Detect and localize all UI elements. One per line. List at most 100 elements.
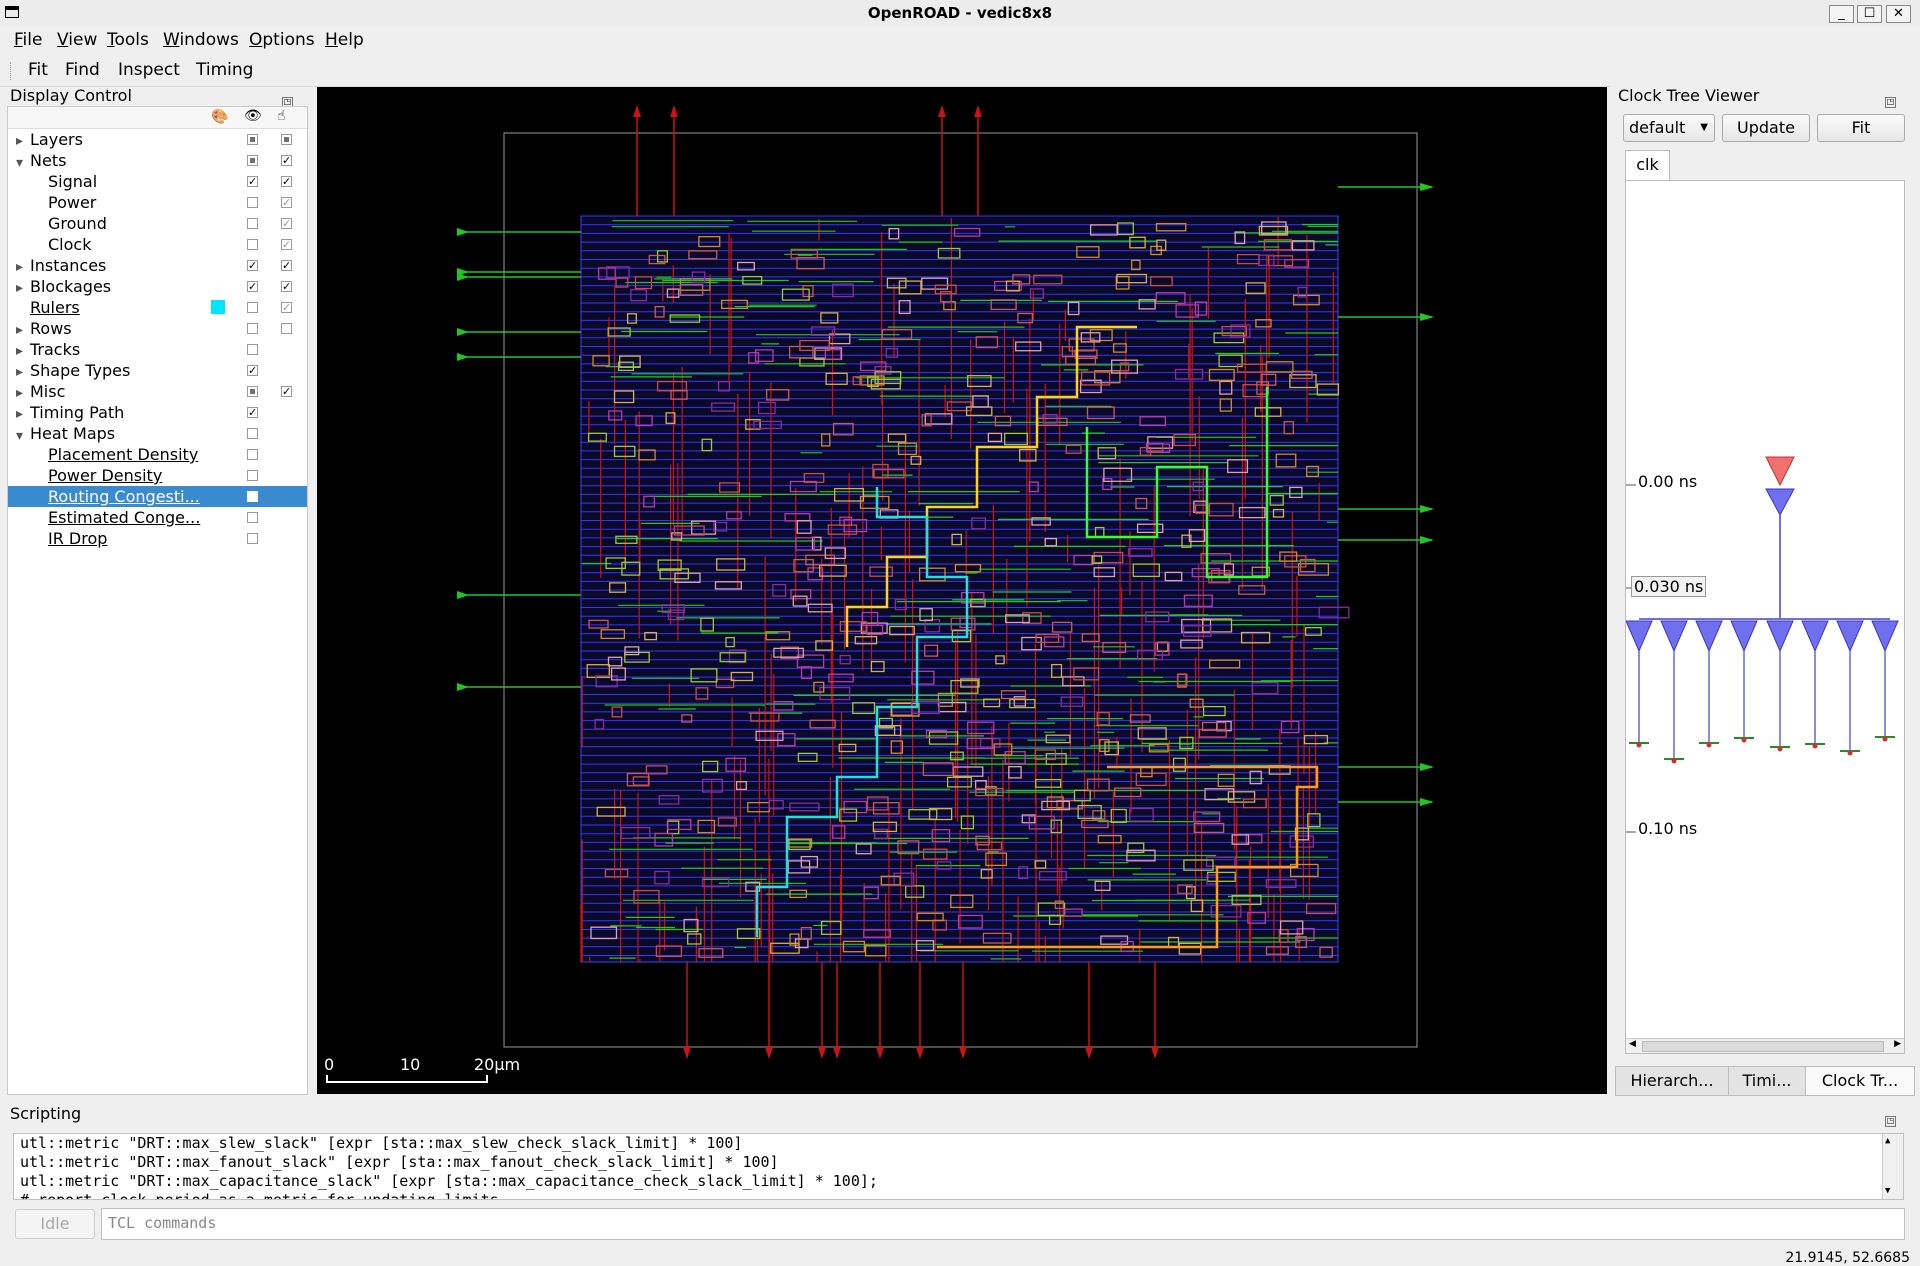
maximize-button[interactable]: ☐ (1857, 5, 1882, 23)
menu-view[interactable]: View (57, 30, 97, 50)
visible-checkbox[interactable]: ✓ (247, 281, 258, 292)
menu-windows[interactable]: Windows (163, 30, 239, 50)
scroll-down-icon[interactable]: ▼ (1885, 1186, 1890, 1196)
visible-checkbox[interactable] (247, 323, 258, 334)
visible-checkbox[interactable]: ✓ (247, 176, 258, 187)
menu-options[interactable]: Options (249, 30, 315, 50)
visible-checkbox[interactable] (247, 386, 258, 397)
visible-checkbox[interactable] (247, 428, 258, 439)
tree-row-shape-types[interactable]: ▸ Shape Types ✓ (8, 360, 307, 381)
float-dock-icon[interactable]: ◳ (1885, 97, 1896, 108)
visible-checkbox[interactable] (247, 470, 258, 481)
layout-viewer[interactable]: 0 10 20µm (317, 87, 1607, 1094)
expand-arrow-icon[interactable]: ▸ (16, 280, 23, 296)
idle-button[interactable]: Idle (15, 1209, 95, 1239)
expand-arrow-icon[interactable]: ▸ (16, 343, 23, 359)
visible-checkbox[interactable] (247, 155, 258, 166)
expand-arrow-icon[interactable]: ▸ (16, 406, 23, 422)
visible-checkbox[interactable]: ✓ (247, 407, 258, 418)
inspect-button[interactable]: Inspect (118, 60, 180, 80)
selectable-checkbox[interactable]: ✓ (281, 239, 292, 250)
io-pin-bottom-6 (959, 1047, 967, 1059)
float-dock-icon[interactable]: ◳ (1885, 1116, 1896, 1127)
fit-button[interactable]: Fit (28, 60, 48, 80)
update-button[interactable]: Update (1722, 114, 1810, 142)
expand-arrow-icon[interactable]: ▸ (16, 364, 23, 380)
menu-help[interactable]: Help (325, 30, 364, 50)
scroll-up-icon[interactable]: ▲ (1885, 1136, 1890, 1146)
find-button[interactable]: Find (65, 60, 100, 80)
visible-checkbox[interactable] (247, 491, 258, 502)
scrollbar-thumb[interactable] (1642, 1041, 1884, 1052)
horizontal-scrollbar[interactable]: ◀ ▶ (1626, 1038, 1904, 1053)
minimize-button[interactable]: _ (1829, 5, 1854, 23)
menu-tools[interactable]: Tools (107, 30, 149, 50)
scroll-left-icon[interactable]: ◀ (1629, 1039, 1636, 1049)
collapse-arrow-icon[interactable]: ▾ (16, 155, 23, 171)
collapse-arrow-icon[interactable]: ▾ (16, 428, 23, 444)
expand-arrow-icon[interactable]: ▸ (16, 385, 23, 401)
tab-timing[interactable]: Timi... (1728, 1066, 1806, 1096)
fit-tree-button[interactable]: Fit (1817, 114, 1905, 142)
tree-row-blockages[interactable]: ▸ Blockages ✓ ✓ (8, 276, 307, 297)
visible-checkbox[interactable]: ✓ (247, 365, 258, 376)
tree-row-nets[interactable]: ▾ Nets ✓ (8, 150, 307, 171)
toolbar-grip-handle[interactable] (10, 62, 14, 80)
tree-row-rows[interactable]: ▸ Rows (8, 318, 307, 339)
expand-arrow-icon[interactable]: ▸ (16, 133, 23, 149)
display-control-title: Display Control (10, 86, 132, 105)
tab-clock-tree[interactable]: Clock Tr... (1805, 1066, 1915, 1096)
visible-checkbox[interactable] (247, 134, 258, 145)
tree-row-heat-maps[interactable]: ▾ Heat Maps (8, 423, 307, 444)
menu-file[interactable]: File (14, 30, 42, 50)
tree-row-instances[interactable]: ▸ Instances ✓ ✓ (8, 255, 307, 276)
visible-checkbox[interactable] (247, 302, 258, 313)
visible-checkbox[interactable] (247, 344, 258, 355)
selectable-checkbox[interactable]: ✓ (281, 218, 292, 229)
selectable-checkbox[interactable]: ✓ (281, 302, 292, 313)
visible-checkbox[interactable] (247, 449, 258, 460)
selectable-checkbox[interactable]: ✓ (281, 260, 292, 271)
tree-row-estimated-conge[interactable]: Estimated Conge... (8, 507, 307, 528)
selectable-checkbox[interactable]: ✓ (281, 176, 292, 187)
visible-checkbox[interactable]: ✓ (247, 260, 258, 271)
visible-checkbox[interactable] (247, 239, 258, 250)
selectable-checkbox[interactable] (281, 134, 292, 145)
tree-row-placement-density[interactable]: Placement Density (8, 444, 307, 465)
visible-checkbox[interactable] (247, 533, 258, 544)
tcl-command-input[interactable]: TCL commands (101, 1208, 1905, 1240)
tree-row-misc[interactable]: ▸ Misc ✓ (8, 381, 307, 402)
tab-clk[interactable]: clk (1625, 150, 1670, 180)
tree-row-layers[interactable]: ▸ Layers (8, 129, 307, 150)
corner-select[interactable]: default ▼ (1623, 114, 1715, 142)
visible-checkbox[interactable] (247, 218, 258, 229)
visible-checkbox[interactable] (247, 512, 258, 523)
selectable-checkbox[interactable]: ✓ (281, 155, 292, 166)
selectable-checkbox[interactable]: ✓ (281, 197, 292, 208)
expand-arrow-icon[interactable]: ▸ (16, 259, 23, 275)
tree-row-clock[interactable]: Clock ✓ (8, 234, 307, 255)
tree-row-power-density[interactable]: Power Density (8, 465, 307, 486)
tree-row-timing-path[interactable]: ▸ Timing Path ✓ (8, 402, 307, 423)
scroll-right-icon[interactable]: ▶ (1894, 1039, 1901, 1049)
selectable-checkbox[interactable]: ✓ (281, 281, 292, 292)
tree-row-tracks[interactable]: ▸ Tracks (8, 339, 307, 360)
vertical-scrollbar[interactable]: ▲ ▼ (1882, 1134, 1903, 1199)
close-button[interactable]: ✕ (1886, 5, 1911, 23)
visible-checkbox[interactable] (247, 197, 258, 208)
tree-row-rulers[interactable]: Rulers ✓ (8, 297, 307, 318)
tree-row-power[interactable]: Power ✓ (8, 192, 307, 213)
selectable-checkbox[interactable]: ✓ (281, 386, 292, 397)
script-output[interactable]: utl::metric "DRT::max_slew_slack" [expr … (13, 1133, 1904, 1200)
tree-row-signal[interactable]: Signal ✓ ✓ (8, 171, 307, 192)
selectable-checkbox[interactable] (281, 323, 292, 334)
tree-row-ir-drop[interactable]: IR Drop (8, 528, 307, 549)
tree-row-ground[interactable]: Ground ✓ (8, 213, 307, 234)
tab-hierarchy[interactable]: Hierarch... (1615, 1066, 1729, 1096)
expand-arrow-icon[interactable]: ▸ (16, 322, 23, 338)
tree-row-routing-congesti[interactable]: Routing Congesti... (8, 486, 307, 507)
timing-button[interactable]: Timing (196, 60, 253, 80)
clock-tree-scene[interactable]: 0.00 ns 0.030 ns 0.10 ns ◀ ▶ (1625, 180, 1905, 1054)
layout-drawing[interactable] (317, 87, 1607, 1094)
color-swatch[interactable] (211, 300, 225, 314)
